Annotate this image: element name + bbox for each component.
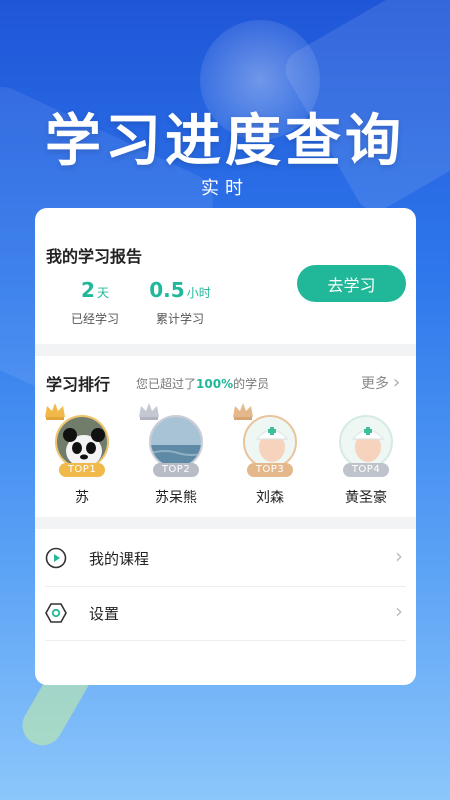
ranking-list: TOP1 苏 TOP2 苏呆熊 TOP3 刘森 TOP4 黄圣豪 [35,403,416,511]
crown-icon [45,403,65,420]
menu-divider [45,640,406,641]
avatar-wrapper: TOP3 [233,403,301,477]
sea-avatar-image [151,417,201,467]
ranking-item[interactable]: TOP2 苏呆熊 [136,403,216,507]
more-label: 更多 [361,375,389,392]
go-study-button[interactable]: 去学习 [297,265,406,302]
chevron-right-icon: › [395,544,403,568]
crown-icon [139,403,159,420]
ranking-item[interactable]: TOP4 黄圣豪 [326,411,406,507]
ranking-tip-prefix: 您已超过了 [136,377,197,391]
gear-icon [45,603,67,623]
section-divider [35,517,416,529]
chevron-right-icon: › [393,372,401,393]
hero-subtitle: 实时 [201,178,249,199]
ranking-item[interactable]: TOP1 苏 [42,403,122,507]
rank-name: 苏呆熊 [155,490,197,506]
more-link[interactable]: 更多 › [361,372,400,393]
report-title: 我的学习报告 [46,247,143,266]
rank-badge: TOP2 [153,463,199,477]
rank-badge: TOP3 [247,463,293,477]
rank-badge: TOP1 [59,463,105,477]
ranking-title: 学习排行 [46,375,111,394]
crown-icon [233,403,253,420]
avatar-wrapper: TOP1 [45,403,113,477]
days-value: 2 [81,278,95,302]
menu-item-settings[interactable]: 设置 › [35,586,416,640]
avatar [55,415,109,469]
ranking-header: 学习排行 您已超过了100%的学员 更多 › [35,368,416,394]
hours-value: 0.5 [149,278,185,302]
ranking-item[interactable]: TOP3 刘森 [230,403,310,507]
avatar [339,415,393,469]
rank-name: 苏 [75,490,89,506]
section-divider [35,344,416,356]
hero-title: 学习进度查询 [45,109,405,174]
ranking-tip: 您已超过了100%的学员 [136,375,269,392]
rank-name: 黄圣豪 [345,490,387,506]
avatar [149,415,203,469]
panda-avatar-image [57,417,107,467]
chevron-right-icon: › [395,599,403,623]
days-label: 已经学习 [70,312,119,326]
days-stat: 2天 已经学习 [55,278,135,327]
study-report: 我的学习报告 2天 已经学习 0.5 小时 累计学习 去学习 [35,208,416,344]
rank-name: 刘森 [256,490,284,506]
days-unit: 天 [96,286,109,300]
play-circle-icon [45,547,67,569]
rank-badge: TOP4 [343,463,389,477]
hours-label: 累计学习 [155,312,204,326]
menu-label: 我的课程 [89,550,150,568]
avatar-wrapper: TOP2 [139,403,207,477]
avatar-wrapper: TOP4 [335,415,397,477]
doctor-avatar-image [341,417,391,467]
doctor-avatar-image [245,417,295,467]
ranking-tip-percent: 100% [196,377,234,391]
menu-item-my-courses[interactable]: 我的课程 › [35,531,416,585]
hours-stat: 0.5 小时 累计学习 [135,278,225,327]
hours-unit: 小时 [186,286,211,300]
menu-label: 设置 [89,605,120,623]
main-card: 我的学习报告 2天 已经学习 0.5 小时 累计学习 去学习 学习排行 您已超过了… [35,208,416,685]
avatar [243,415,297,469]
ranking-tip-suffix: 的学员 [233,377,270,391]
